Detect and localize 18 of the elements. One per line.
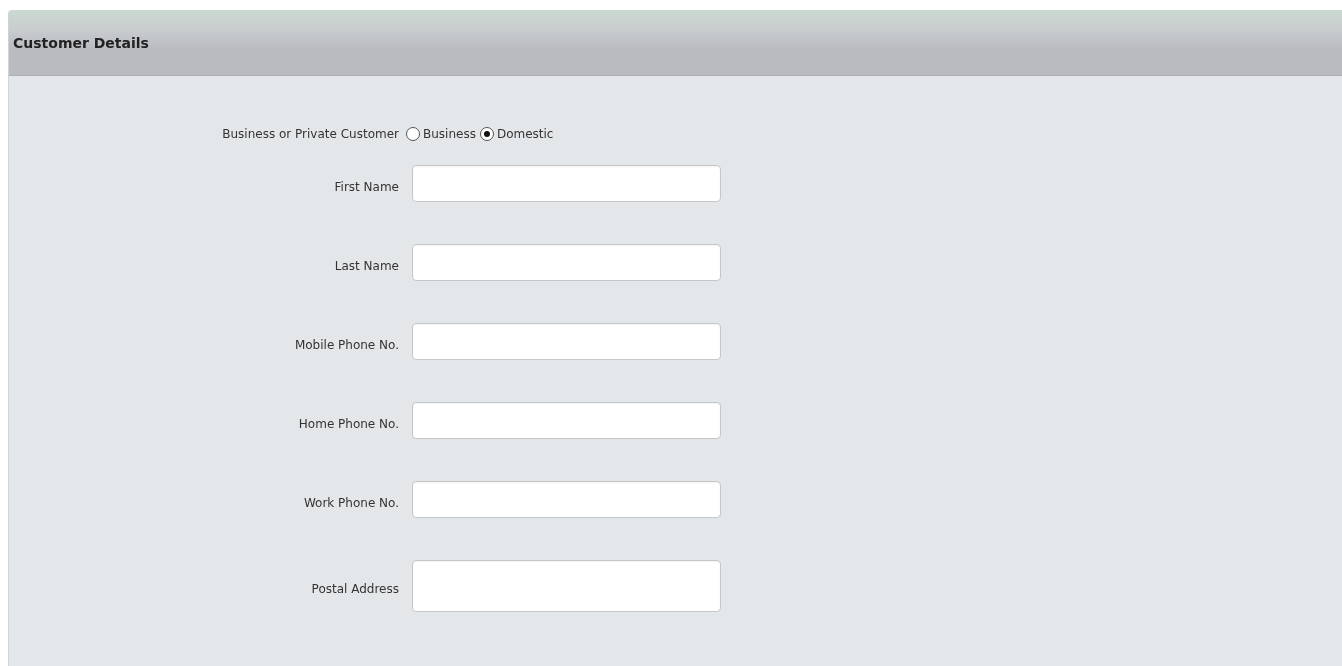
field-label: Last Name — [334, 259, 399, 275]
radio-icon[interactable] — [406, 127, 420, 141]
field-label: First Name — [334, 180, 399, 196]
field-label: Business or Private Customer — [222, 127, 399, 143]
field-label: Mobile Phone No. — [294, 338, 399, 354]
input-field[interactable] — [412, 244, 721, 281]
field-label: Home Phone No. — [298, 417, 399, 433]
input-field[interactable] — [412, 323, 721, 360]
input-field[interactable] — [412, 402, 721, 439]
panel-title: Customer Details — [13, 34, 149, 51]
input-field[interactable] — [412, 165, 721, 202]
radio-option[interactable]: Business — [406, 127, 476, 141]
field-label: Postal Address — [311, 582, 399, 598]
radio-icon[interactable] — [479, 127, 494, 141]
radio-option[interactable]: Domestic — [479, 127, 554, 141]
field-label: Work Phone No. — [303, 496, 399, 512]
input-field[interactable] — [412, 481, 721, 518]
input-field[interactable] — [412, 560, 721, 612]
